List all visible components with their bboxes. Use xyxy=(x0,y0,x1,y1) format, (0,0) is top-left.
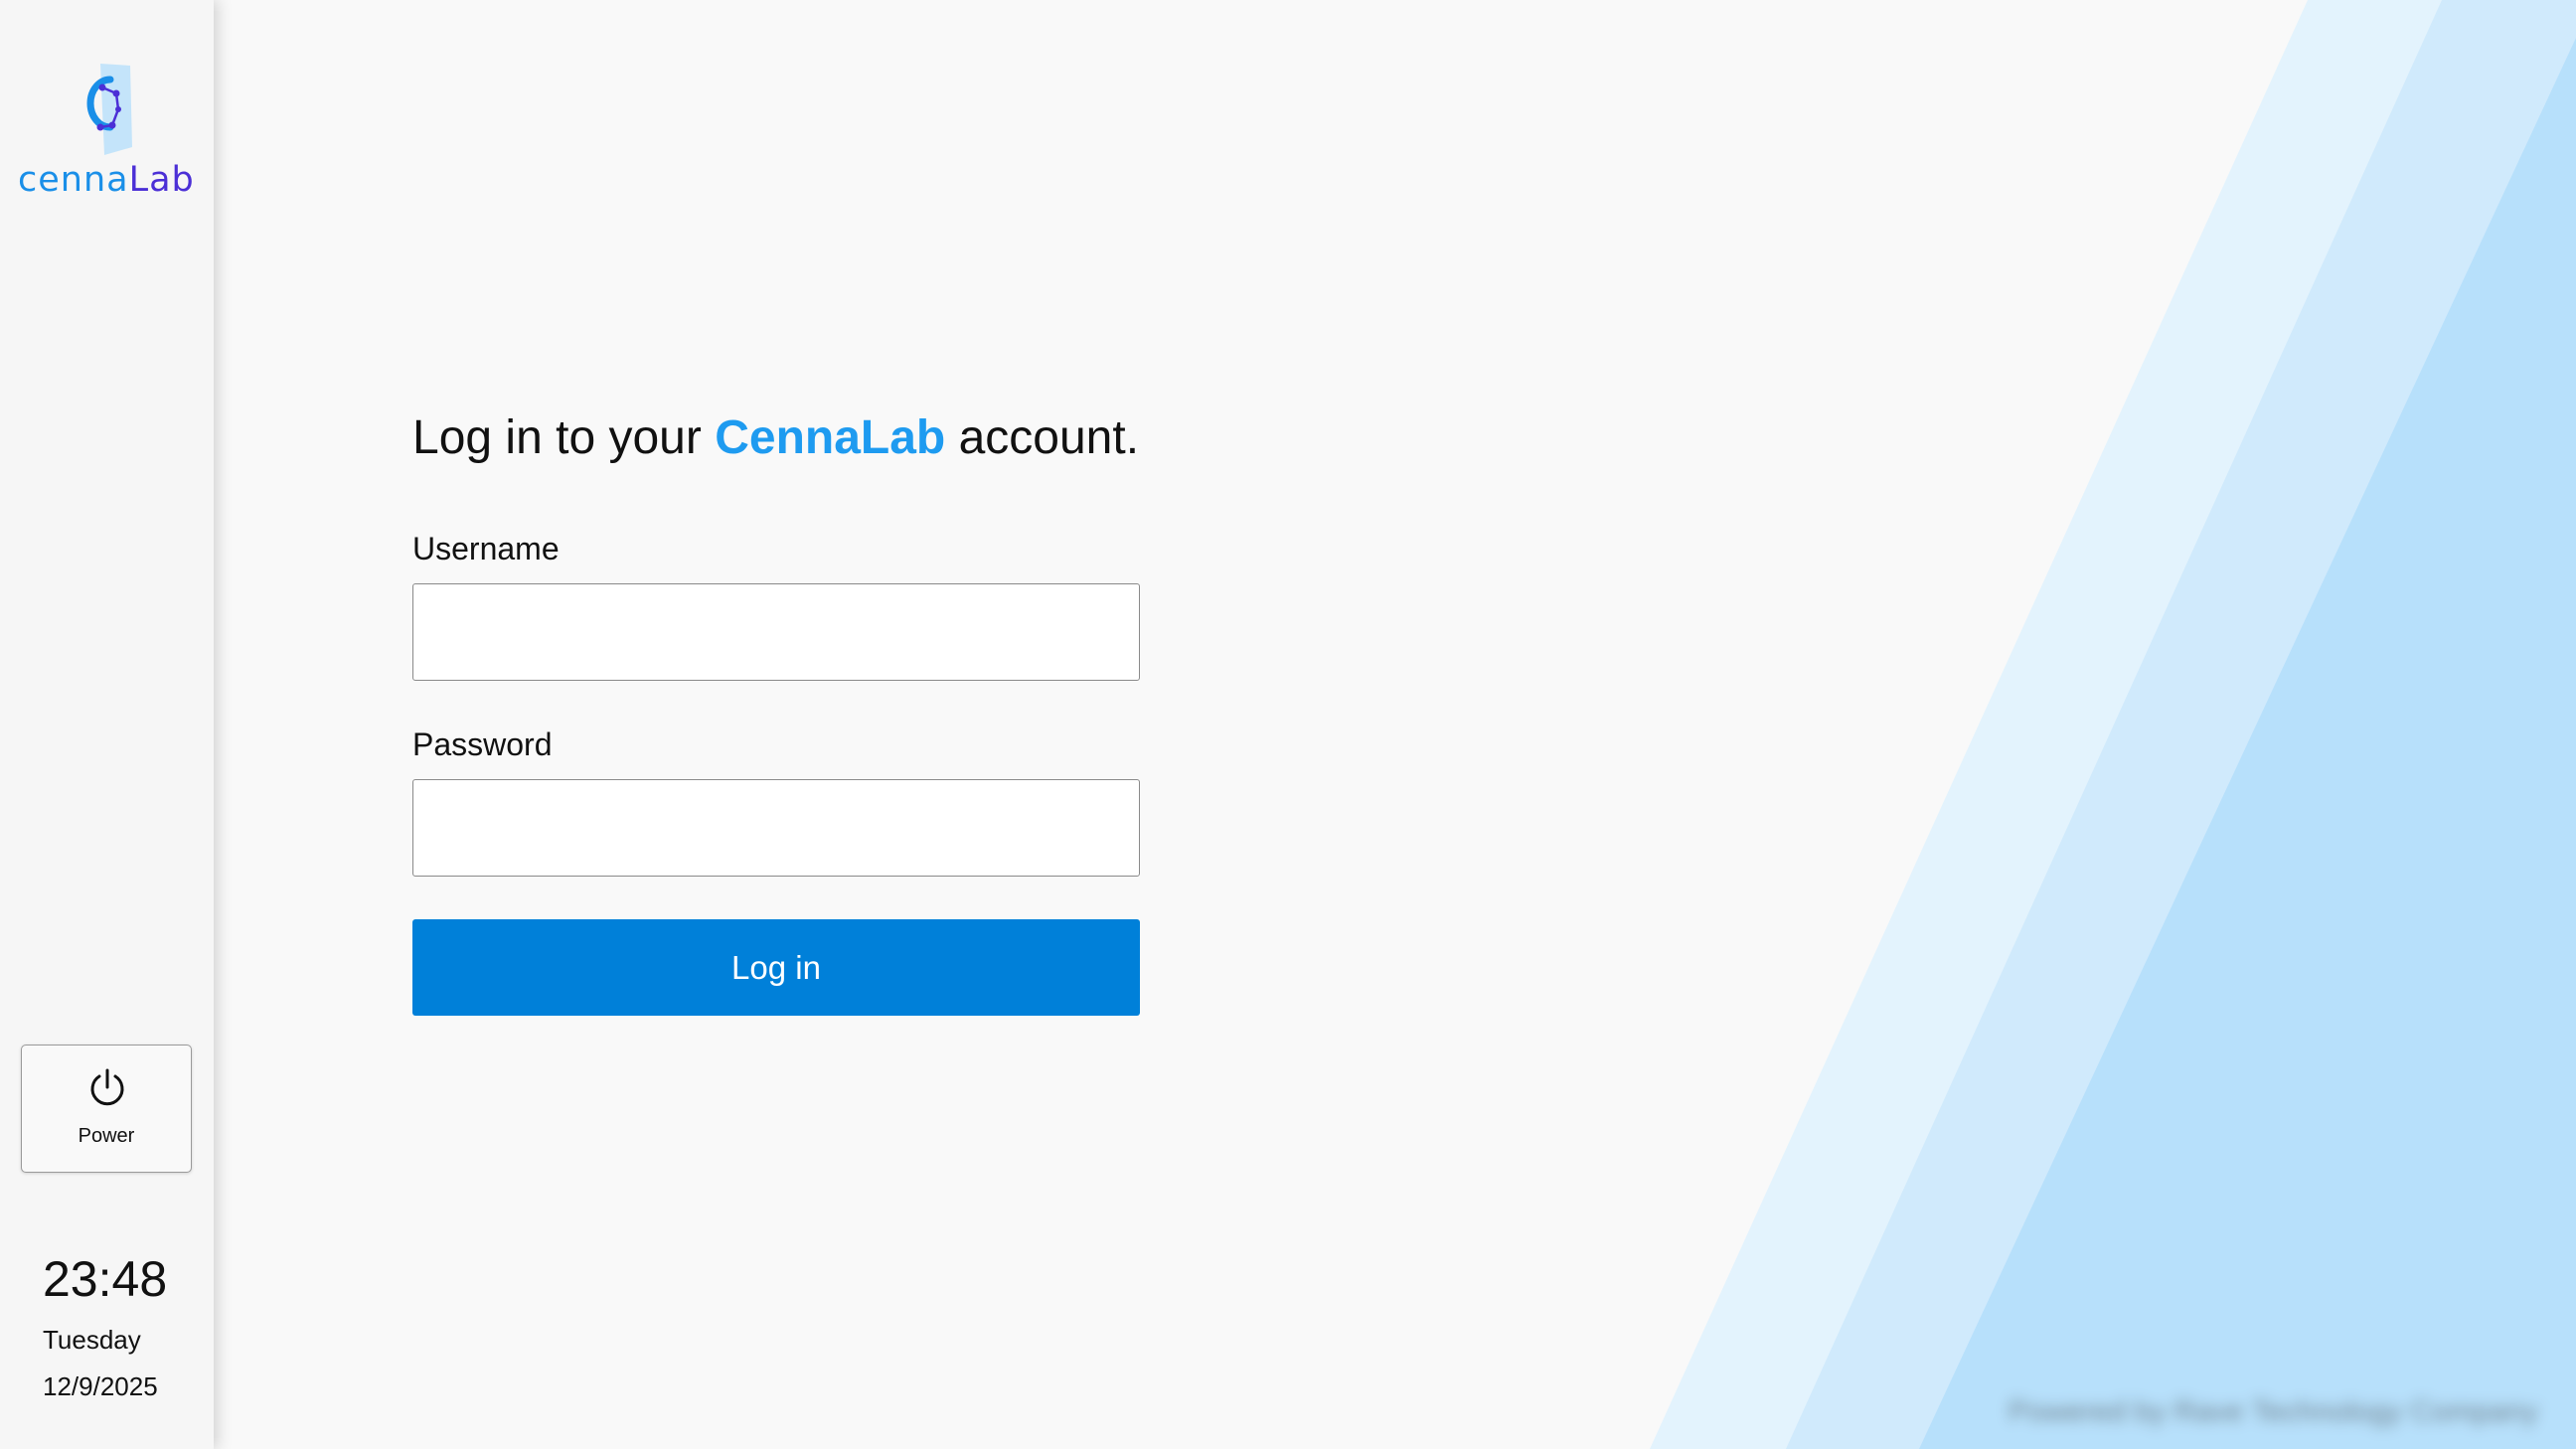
cennalab-logo-icon xyxy=(86,64,132,155)
password-label: Password xyxy=(412,726,553,762)
logo-text-cenna: cenna xyxy=(18,160,129,200)
heading-brand: CennaLab xyxy=(715,411,946,464)
logo-text-lab: Lab xyxy=(128,160,195,200)
power-button-label: Power xyxy=(78,1125,135,1147)
cennalab-logo: cennaLab xyxy=(18,62,197,211)
sidebar: cennaLab Power 23:48 Tuesday 12/9/2025 xyxy=(0,0,214,1449)
background-stripes xyxy=(1650,0,2576,1449)
heading-suffix: account. xyxy=(945,411,1140,464)
login-form: Log in to your CennaLab account. Usernam… xyxy=(412,398,1140,1016)
clock-time: 23:48 xyxy=(43,1251,168,1307)
heading-prefix: Log in to your xyxy=(412,411,716,464)
username-label: Username xyxy=(412,531,560,566)
power-button[interactable]: Power xyxy=(21,1045,192,1173)
login-heading: Log in to your CennaLab account. xyxy=(412,398,1140,479)
footer-credit: Powered by Rave Technology Company xyxy=(2008,1395,2538,1428)
clock-day: Tuesday xyxy=(43,1325,141,1355)
password-input[interactable] xyxy=(412,779,1140,877)
logo-wordmark: cennaLab xyxy=(18,160,197,200)
power-icon xyxy=(90,1068,124,1106)
login-button[interactable]: Log in xyxy=(412,919,1140,1016)
username-input[interactable] xyxy=(412,583,1140,681)
clock-date: 12/9/2025 xyxy=(43,1371,158,1401)
